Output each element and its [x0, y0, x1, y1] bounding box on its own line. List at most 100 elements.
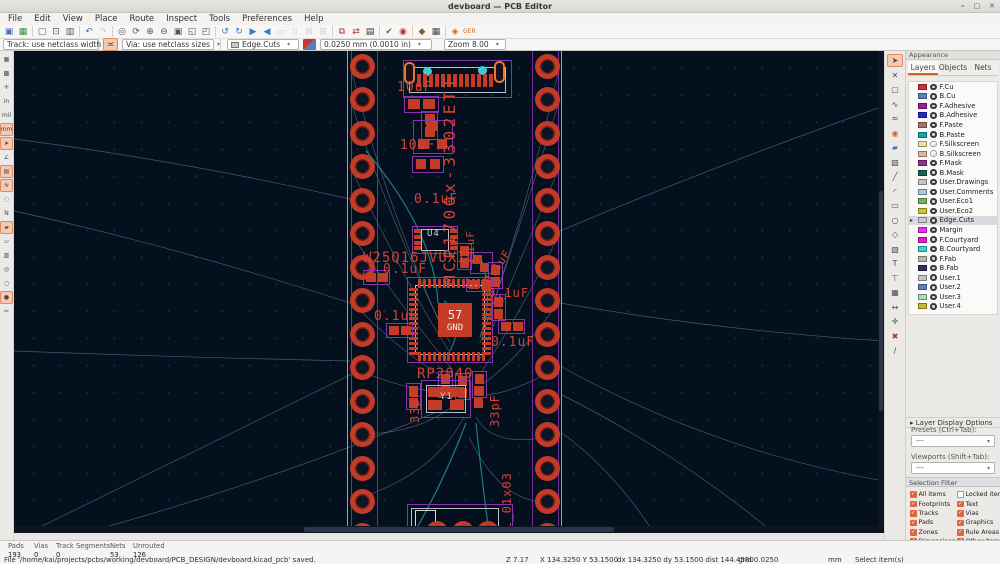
tht-pad[interactable] — [349, 154, 375, 179]
smd-pad[interactable] — [409, 341, 418, 345]
draw-arc-icon[interactable]: ◜ — [887, 185, 903, 198]
drc-icon[interactable]: ✔ — [382, 25, 396, 38]
zone-fill-icon[interactable]: ▰ — [0, 221, 13, 234]
pcb-label[interactable]: 1uF — [464, 230, 477, 253]
layer-row-b-cu[interactable]: B.Cu — [909, 92, 997, 102]
visibility-eye-icon[interactable] — [930, 121, 937, 129]
smd-pad[interactable] — [494, 309, 503, 319]
layer-row-f-adhesive[interactable]: F.Adhesive — [909, 101, 997, 111]
menu-edit[interactable]: Edit — [28, 14, 56, 24]
grid-dropdown[interactable]: 0.0250 mm (0.0010 in) ▾ — [320, 39, 432, 50]
smd-pad[interactable] — [409, 297, 418, 301]
tht-pad[interactable] — [534, 388, 560, 414]
unlock-icon[interactable]: ⊞ — [316, 25, 330, 38]
layer-row-b-courtyard[interactable]: B.Courtyard — [909, 244, 997, 254]
plot-window-icon[interactable]: ▦ — [429, 25, 443, 38]
filter-rule-areas[interactable]: ✓ Rule Areas — [957, 528, 1000, 537]
tht-pad[interactable] — [534, 355, 560, 380]
draw-line-icon[interactable]: ╱ — [887, 170, 903, 183]
lock-icon[interactable]: ⊠ — [302, 25, 316, 38]
pcb-label[interactable]: 10uF — [400, 139, 435, 152]
grid-visibility-icon[interactable]: ▦ — [0, 53, 13, 66]
highlight-net-icon[interactable]: ▢ — [887, 83, 903, 96]
tht-pad[interactable] — [534, 120, 560, 146]
tht-pad[interactable] — [349, 422, 375, 447]
zoom-in-icon[interactable]: ⊕ — [143, 25, 157, 38]
visibility-eye-icon[interactable] — [930, 159, 937, 167]
layer-row-user-eco1[interactable]: User.Eco1 — [909, 197, 997, 207]
smd-pad[interactable] — [489, 74, 493, 87]
maximize-button[interactable]: ▢ — [974, 0, 981, 13]
menu-view[interactable]: View — [57, 14, 89, 24]
smd-pad[interactable] — [462, 352, 466, 361]
add-dimension-icon[interactable]: ↔ — [887, 301, 903, 314]
pcb-label[interactable]: 0.1uF — [383, 263, 427, 276]
tab-layers[interactable]: Layers — [908, 61, 938, 75]
tht-pad[interactable] — [534, 53, 560, 79]
smd-pad[interactable] — [482, 337, 491, 340]
visibility-eye-icon[interactable] — [930, 293, 937, 301]
checkbox[interactable]: ✓ — [910, 491, 917, 498]
visibility-eye-icon[interactable] — [930, 83, 937, 91]
net-highlight-icon[interactable]: ◌ — [0, 193, 13, 206]
gerber-icon[interactable]: GER — [462, 25, 477, 38]
add-textbox-icon[interactable]: ⊤ — [887, 272, 903, 285]
smd-pad[interactable] — [475, 374, 484, 384]
layer-color-swatch[interactable] — [918, 150, 927, 157]
smd-pad[interactable] — [422, 352, 426, 361]
smd-pad[interactable] — [482, 312, 491, 316]
smd-pad[interactable] — [467, 352, 470, 361]
smd-pad[interactable] — [465, 74, 469, 87]
delete-tool-icon[interactable]: ✖ — [887, 330, 903, 343]
viewer-3d-icon[interactable]: ▤ — [363, 25, 377, 38]
local-ratsnest-icon[interactable]: ✕ — [887, 69, 903, 82]
layer-row-user-eco2[interactable]: User.Eco2 — [909, 206, 997, 216]
tht-pad[interactable] — [349, 221, 375, 246]
smd-pad[interactable] — [513, 322, 523, 331]
zoom-out-icon[interactable]: ⊖ — [157, 25, 171, 38]
tht-pad[interactable] — [349, 288, 375, 313]
layer-color-swatch[interactable] — [918, 112, 927, 119]
pcb-label[interactable]: Y1 — [440, 393, 453, 402]
pcb-canvas[interactable]: 57 GND 10uF 10uF 0.1uF U4 W25Q16JVUXIQ 0.1uF 0.1… — [14, 51, 884, 533]
draw-rect-icon[interactable]: ▭ — [887, 199, 903, 212]
tht-pad[interactable] — [534, 455, 560, 481]
tht-pad[interactable] — [534, 254, 560, 280]
smd-pad[interactable] — [409, 302, 418, 306]
add-zone-icon[interactable]: ▰ — [887, 141, 903, 154]
checkbox[interactable]: ✓ — [957, 500, 964, 508]
smd-pad[interactable] — [418, 352, 421, 361]
pcb-label[interactable]: MCP1700x-3302ETT — [440, 75, 459, 285]
tab-nets[interactable]: Nets — [968, 61, 998, 75]
schematic-editor-icon[interactable]: ⧉ — [335, 25, 349, 38]
tht-pad[interactable] — [349, 53, 375, 79]
visibility-eye-icon[interactable] — [930, 245, 937, 253]
smd-pad[interactable] — [409, 292, 418, 296]
grid-overrides-icon[interactable]: ▩ — [0, 67, 13, 80]
layer-color-swatch[interactable] — [918, 131, 927, 138]
print-icon[interactable]: ⊡ — [49, 25, 63, 38]
smd-pad[interactable] — [432, 279, 436, 288]
smd-pad[interactable] — [482, 317, 491, 321]
horizontal-scrollbar[interactable] — [14, 526, 884, 533]
smd-pad[interactable] — [430, 159, 440, 169]
tht-pad[interactable] — [534, 221, 560, 246]
pcb-label[interactable]: 0.1uF — [374, 310, 418, 323]
checkbox[interactable]: ✓ — [910, 519, 917, 527]
smd-pad[interactable] — [416, 159, 426, 169]
smd-pad[interactable] — [476, 352, 480, 361]
layer-color-swatch[interactable] — [918, 284, 927, 291]
tht-pad[interactable] — [534, 154, 560, 179]
visibility-eye-icon[interactable] — [930, 274, 937, 281]
smd-pad[interactable] — [389, 326, 399, 335]
visibility-eye-icon[interactable] — [930, 150, 937, 157]
add-text-icon[interactable]: T — [887, 257, 903, 270]
visibility-eye-icon[interactable] — [930, 178, 937, 186]
smd-pad[interactable] — [442, 352, 446, 361]
layer-row-user-drawings[interactable]: User.Drawings — [909, 177, 997, 187]
layer-row-user-2[interactable]: User.2 — [909, 282, 997, 292]
group-icon[interactable]: ▭ — [274, 25, 288, 38]
pcb-label[interactable]: 33pF — [408, 390, 422, 423]
filter-all-items[interactable]: ✓ All items — [910, 490, 956, 499]
filter-pads[interactable]: ✓ Pads — [910, 518, 956, 527]
